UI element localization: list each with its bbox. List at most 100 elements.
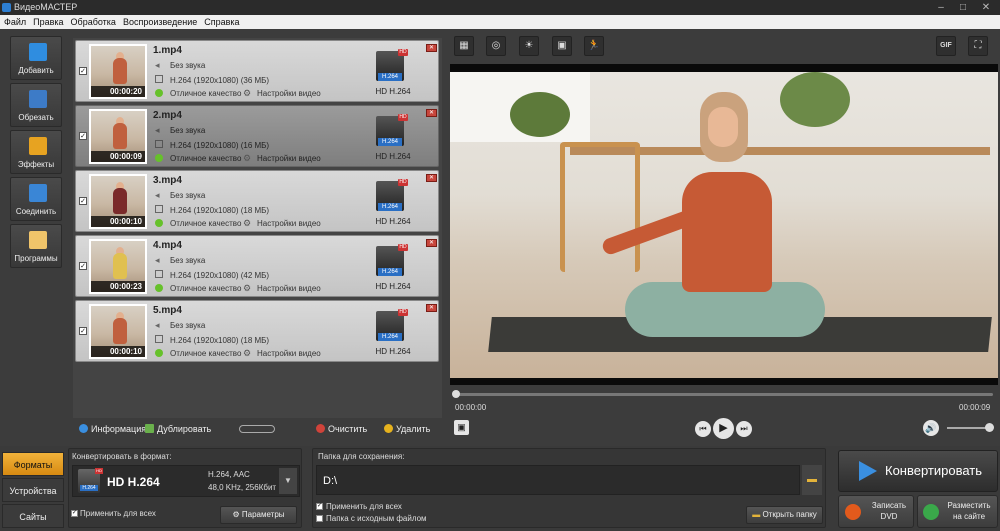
file-name: 4.mp4 (153, 240, 182, 251)
remove-file-button[interactable]: ✕ (426, 109, 437, 117)
menu-help[interactable]: Справка (201, 15, 242, 29)
window-title: ВидеоМАСТЕР (14, 2, 78, 12)
chevron-down-icon[interactable]: ▼ (279, 468, 297, 494)
tab-devices[interactable]: Устройства (2, 478, 64, 502)
maximize-button[interactable]: □ (952, 0, 974, 15)
file-item[interactable]: ✓ 00:00:10 5.mp4 ◂ Без звука H.264 (1920… (75, 300, 439, 362)
convert-button[interactable]: Конвертировать (838, 450, 998, 492)
codec-info: H.264 (1920x1080) (18 МБ) (170, 336, 270, 345)
remove-file-button[interactable]: ✕ (426, 44, 437, 52)
apply-all-save-checkbox[interactable]: ✓ (316, 503, 323, 510)
join-button[interactable]: Соединить (10, 177, 62, 221)
remove-file-button[interactable]: ✕ (426, 239, 437, 247)
video-settings-link[interactable]: Настройки видео (257, 219, 321, 228)
crop-icon[interactable]: ◎ (486, 36, 506, 56)
quality-icon (155, 154, 163, 162)
save-path-input[interactable]: D:\ (316, 465, 800, 495)
file-checkbox[interactable]: ✓ (79, 262, 87, 270)
file-item[interactable]: ✓ 00:00:10 3.mp4 ◂ Без звука H.264 (1920… (75, 170, 439, 232)
file-checkbox[interactable]: ✓ (79, 327, 87, 335)
volume-handle[interactable] (985, 423, 994, 432)
filmstrip-icon[interactable]: ▦ (454, 36, 474, 56)
info-button[interactable]: Информация (79, 424, 146, 434)
file-item[interactable]: ✓ 00:00:23 4.mp4 ◂ Без звука H.264 (1920… (75, 235, 439, 297)
video-icon (155, 140, 163, 148)
source-folder-checkbox[interactable] (316, 515, 323, 522)
snapshot-icon[interactable]: ▣ (454, 420, 469, 435)
params-button[interactable]: ⚙ Параметры (220, 506, 297, 524)
time-current: 00:00:00 (455, 403, 487, 412)
sparkle-icon (29, 137, 47, 155)
burn-dvd-button[interactable]: Записать DVD (838, 495, 914, 528)
close-button[interactable]: ✕ (975, 0, 997, 15)
seek-bar[interactable] (450, 389, 998, 399)
audio-icon: ◂ (155, 60, 160, 70)
speed-icon[interactable]: 🏃 (584, 36, 604, 56)
duplicate-button[interactable]: Дублировать (145, 424, 211, 434)
file-checkbox[interactable]: ✓ (79, 132, 87, 140)
apply-all-save-label: Применить для всех (326, 502, 402, 511)
remove-file-button[interactable]: ✕ (426, 304, 437, 312)
video-settings-link[interactable]: Настройки видео (257, 89, 321, 98)
fullscreen-icon[interactable]: ⛶ (968, 36, 988, 56)
gear-icon[interactable]: ⚙ (243, 88, 251, 99)
file-checkbox[interactable]: ✓ (79, 197, 87, 205)
next-icon[interactable]: ⏭ (736, 421, 752, 437)
rotate-icon[interactable]: ▣ (552, 36, 572, 56)
prev-icon[interactable]: ⏮ (695, 421, 711, 437)
programs-button[interactable]: Программы (10, 224, 62, 268)
menu-process[interactable]: Обработка (68, 15, 119, 29)
audio-icon: ◂ (155, 320, 160, 330)
menu-playback[interactable]: Воспроизведение (120, 15, 200, 29)
minimize-button[interactable]: – (930, 0, 952, 15)
convert-format-label: Конвертировать в формат: (72, 452, 172, 461)
audio-info: Без звука (170, 61, 206, 70)
thumbnail: 00:00:10 (89, 174, 147, 229)
file-name: 2.mp4 (153, 110, 182, 121)
format-selector[interactable]: H.264 HD HD H.264 H.264, AAC 48,0 KHz, 25… (72, 465, 300, 497)
list-toolbar: Информация Дублировать Очистить Удалить (73, 420, 442, 438)
publish-button[interactable]: Разместить на сайте (917, 495, 998, 528)
folder-icon[interactable]: ▬ (802, 465, 822, 495)
file-item[interactable]: ✓ 00:00:09 2.mp4 ◂ Без звука H.264 (1920… (75, 105, 439, 167)
file-checkbox[interactable]: ✓ (79, 67, 87, 75)
file-item[interactable]: ✓ 00:00:20 1.mp4 ◂ Без звука H.264 (1920… (75, 40, 439, 102)
audio-icon: ◂ (155, 125, 160, 135)
menu-bar: Файл Правка Обработка Воспроизведение Справк… (0, 15, 1000, 29)
menu-edit[interactable]: Правка (30, 15, 66, 29)
gear-icon[interactable]: ⚙ (243, 153, 251, 164)
tab-sites[interactable]: Сайты (2, 504, 64, 528)
gif-button[interactable]: GIF (936, 36, 956, 56)
tab-formats[interactable]: Форматы (2, 452, 64, 476)
open-folder-button[interactable]: ▬ Открыть папку (746, 506, 823, 524)
volume-icon[interactable]: 🔊 (923, 420, 939, 436)
menu-file[interactable]: Файл (1, 15, 29, 29)
play-icon[interactable]: ▶ (713, 418, 734, 439)
gear-icon[interactable]: ⚙ (243, 348, 251, 359)
brightness-icon[interactable]: ☀ (519, 36, 539, 56)
gear-icon[interactable]: ⚙ (243, 218, 251, 229)
video-settings-link[interactable]: Настройки видео (257, 349, 321, 358)
format-icon: H.264 HD (376, 244, 410, 278)
title-bar: ВидеоМАСТЕР – □ ✕ (0, 0, 1000, 15)
clear-button[interactable]: Очистить (316, 424, 367, 434)
gear-icon[interactable]: ⚙ (243, 283, 251, 294)
remove-file-button[interactable]: ✕ (426, 174, 437, 182)
audio-info: Без звука (170, 256, 206, 265)
video-preview (450, 64, 998, 385)
delete-icon (384, 424, 393, 433)
cut-button[interactable]: Обрезать (10, 83, 62, 127)
delete-button[interactable]: Удалить (384, 424, 430, 434)
add-button[interactable]: Добавить (10, 36, 62, 80)
app-window: ВидеоМАСТЕР – □ ✕ Файл Правка Обработка Вос… (0, 0, 1000, 531)
seek-handle[interactable] (452, 390, 460, 398)
file-name: 1.mp4 (153, 45, 182, 56)
video-settings-link[interactable]: Настройки видео (257, 284, 321, 293)
view-toggle[interactable] (239, 425, 275, 433)
film-cut-icon (29, 90, 47, 108)
format-label: HD H.264 (375, 282, 411, 291)
video-settings-link[interactable]: Настройки видео (257, 154, 321, 163)
effects-button[interactable]: Эффекты (10, 130, 62, 174)
apply-all-checkbox[interactable]: ✓ (71, 510, 78, 517)
file-name: 3.mp4 (153, 175, 182, 186)
